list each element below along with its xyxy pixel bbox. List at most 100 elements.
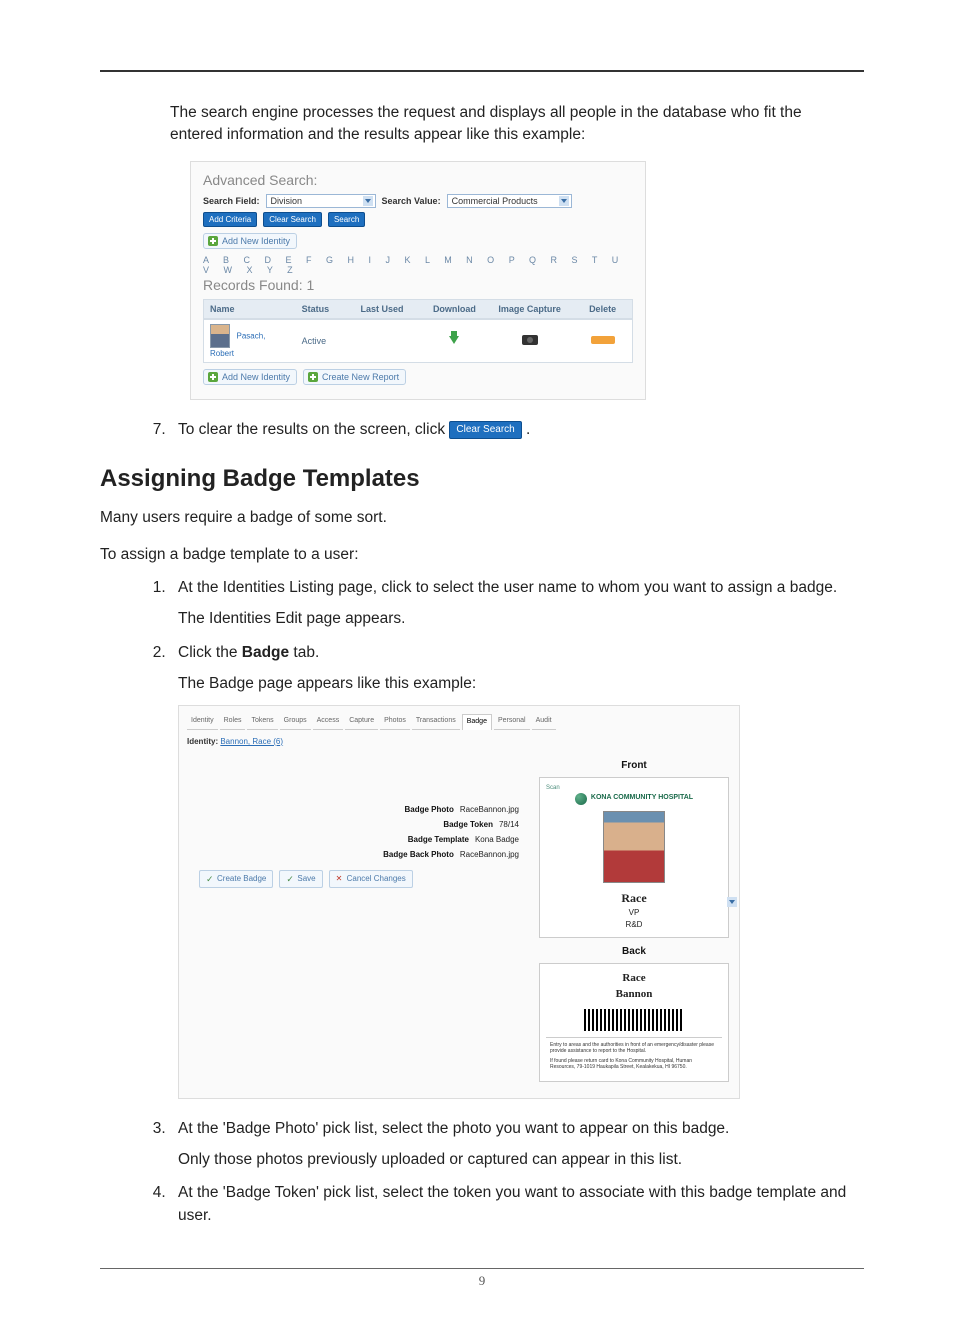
badge-front-preview: Scan KONA COMMUNITY HOSPITAL Race VP R&D [539,777,729,938]
step1-sub: The Identities Edit page appears. [178,607,864,630]
plus-icon [208,372,218,382]
add-new-identity-button[interactable]: Add New Identity [203,233,297,249]
row-delete[interactable] [573,332,632,350]
step-2: Click the Badge tab. The Badge page appe… [170,641,864,1099]
clear-search-button[interactable]: Clear Search [263,212,322,227]
figure-badge-page: IdentityRolesTokensGroupsAccessCapturePh… [178,705,740,1099]
identity-line: Identity: Bannon, Race (6) [179,730,739,754]
intro-paragraph: The search engine processes the request … [170,102,854,147]
badge-back-photo-select[interactable]: RaceBannon.jpg [460,849,519,861]
badge-role2: R&D [546,919,722,931]
scan-label: Scan [546,784,722,793]
step-1: At the Identities Listing page, click to… [170,576,864,631]
back-label: Back [539,944,729,959]
tab-identity[interactable]: Identity [187,714,218,730]
badge-template-label: Badge Template [408,834,469,846]
avatar-icon [210,324,230,348]
tab-photos[interactable]: Photos [380,714,410,730]
badge-first-name: Race [546,889,722,907]
step-7: To clear the results on the screen, clic… [170,418,864,441]
cancel-label: Cancel Changes [347,873,406,885]
create-new-report-button[interactable]: Create New Report [303,369,406,385]
chevron-down-icon [559,196,569,206]
tab-roles[interactable]: Roles [220,714,246,730]
tab-badge[interactable]: Badge [462,714,492,730]
plus-icon [308,372,318,382]
tab-capture[interactable]: Capture [345,714,378,730]
step4-text: At the 'Badge Token' pick list, select t… [178,1184,846,1224]
results-data-row: Pasach, Robert Active [203,319,633,363]
chevron-down-icon [363,196,373,206]
badge-back-preview: Race Bannon Entry to areas and the autho… [539,963,729,1082]
badge-role1: VP [546,907,722,919]
badge-token-value: 78/14 [499,820,519,829]
badge-photo-label: Badge Photo [405,804,454,816]
badge-back-photo-value: RaceBannon.jpg [460,850,519,859]
search-value-select[interactable]: Commercial Products [447,194,572,208]
top-rule [100,70,864,72]
step2-pre: Click the [178,644,242,661]
col-image-capture: Image Capture [486,300,573,318]
step3-sub: Only those photos previously uploaded or… [178,1148,864,1171]
create-badge-label: Create Badge [217,873,266,885]
search-value-value: Commercial Products [452,196,538,206]
step7-pre: To clear the results on the screen, clic… [178,421,449,438]
badge-template-value: Kona Badge [475,835,519,844]
tab-transactions[interactable]: Transactions [412,714,460,730]
add-new-identity-button-2[interactable]: Add New Identity [203,369,297,385]
step-4: At the 'Badge Token' pick list, select t… [170,1181,864,1228]
cancel-button[interactable]: Cancel Changes [329,870,413,888]
delete-icon [591,336,615,344]
badge-photo-select[interactable]: RaceBannon.jpg [460,804,519,816]
col-name: Name [204,300,296,318]
step3-text: At the 'Badge Photo' pick list, select t… [178,1120,729,1137]
step7-post: . [526,421,530,438]
step1-text: At the Identities Listing page, click to… [178,579,837,596]
cancel-icon [336,875,344,883]
col-last-used: Last Used [354,300,422,318]
col-delete: Delete [573,300,632,318]
identity-link[interactable]: Bannon, Race (6) [220,737,283,746]
tab-tokens[interactable]: Tokens [247,714,277,730]
front-label: Front [539,758,729,773]
clear-search-inline-button[interactable]: Clear Search [449,421,521,439]
badge-back-photo-label: Badge Back Photo [383,849,454,861]
row-image-capture[interactable] [486,331,573,351]
row-download[interactable] [423,332,487,350]
download-icon [449,336,459,344]
badge-photo-preview [603,811,665,883]
add-new-identity-label-2: Add New Identity [222,372,290,382]
col-status: Status [296,300,355,318]
back-name2: Bannon [546,986,722,1003]
tab-groups[interactable]: Groups [280,714,311,730]
badge-photo-value: RaceBannon.jpg [460,805,519,814]
identity-label: Identity: [187,737,220,746]
plus-icon [208,236,218,246]
tab-access[interactable]: Access [313,714,344,730]
check-icon [206,875,214,883]
tab-audit[interactable]: Audit [532,714,556,730]
search-button[interactable]: Search [328,212,365,227]
search-field-select[interactable]: Division [266,194,376,208]
badge-token-select[interactable]: 78/14 [499,819,519,831]
tab-personal[interactable]: Personal [494,714,530,730]
badge-token-label: Badge Token [443,819,493,831]
step2-sub: The Badge page appears like this example… [178,672,864,695]
step-3: At the 'Badge Photo' pick list, select t… [170,1117,864,1172]
col-download: Download [423,300,487,318]
records-found-label: Records Found: 1 [203,277,633,293]
create-new-report-label: Create New Report [322,372,399,382]
save-button[interactable]: Save [279,870,322,888]
figure1-title: Advanced Search: [203,172,633,188]
section-heading: Assigning Badge Templates [100,465,864,493]
create-badge-button[interactable]: Create Badge [199,870,273,888]
add-criteria-button[interactable]: Add Criteria [203,212,257,227]
step2-bold: Badge [242,644,289,661]
search-value-label: Search Value: [382,196,441,206]
alpha-filter-row[interactable]: A B C D E F G H I J K L M N O P Q R S T … [203,255,633,275]
badge-template-select[interactable]: Kona Badge [475,834,519,846]
page-number: 9 [100,1273,864,1289]
back-name1: Race [546,970,722,987]
fine-print-2: If found please return card to Kona Comm… [550,1058,718,1071]
save-label: Save [297,873,315,885]
